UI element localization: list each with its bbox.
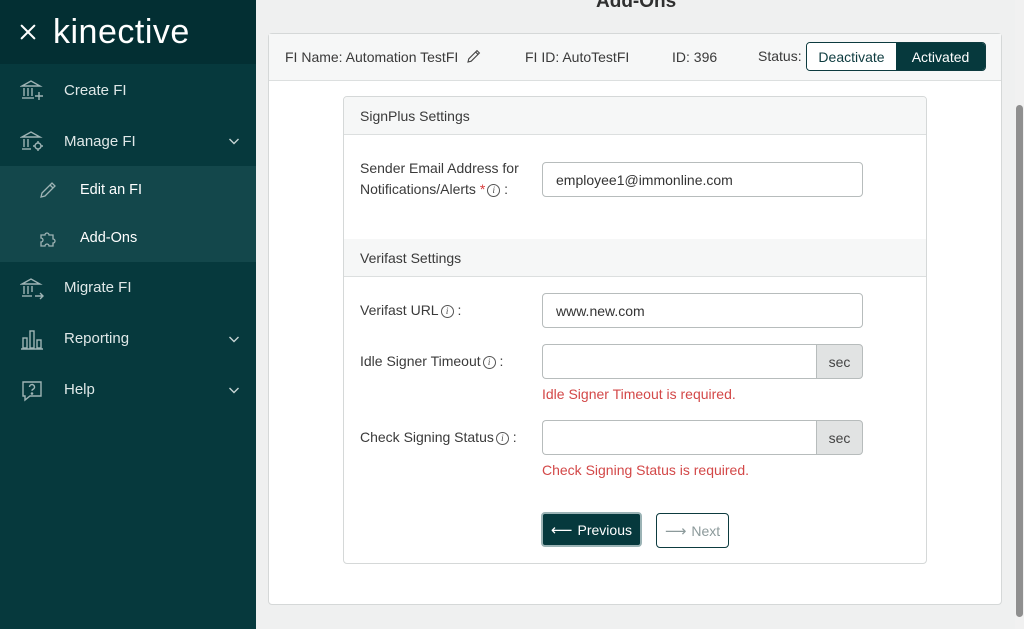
idle-signer-timeout-group: sec <box>542 344 863 379</box>
sidebar-item-manage-fi[interactable]: Manage FI <box>0 116 256 166</box>
sec-addon: sec <box>816 344 863 379</box>
verifast-url-input[interactable]: www.new.com <box>542 293 863 328</box>
check-signing-status-error: Check Signing Status is required. <box>542 462 749 478</box>
sec-addon: sec <box>816 420 863 455</box>
pencil-icon <box>37 179 59 201</box>
bank-gear-icon <box>20 129 44 153</box>
idle-signer-timeout-label: Idle Signer Timeout i : <box>360 353 504 369</box>
info-icon[interactable]: i <box>482 356 496 369</box>
previous-button[interactable]: ⟵ Previous <box>541 512 642 547</box>
help-bubble-icon <box>20 378 44 402</box>
idle-signer-timeout-error: Idle Signer Timeout is required. <box>542 386 736 402</box>
arrow-left-icon: ⟵ <box>551 521 573 539</box>
fi-id: FI ID: AutoTestFI <box>525 49 630 65</box>
sidebar-item-edit-fi[interactable]: Edit an FI <box>0 166 256 214</box>
chevron-down-icon[interactable] <box>228 333 240 345</box>
deactivate-button[interactable]: Deactivate <box>807 43 896 70</box>
bank-plus-icon <box>20 78 44 102</box>
info-icon[interactable]: i <box>440 305 454 318</box>
fi-numeric-id: ID: 396 <box>672 49 718 65</box>
sidebar: kinective Create FI Manage FI Edit an FI… <box>0 0 256 629</box>
verifast-settings-header: Verifast Settings <box>344 239 926 277</box>
verifast-url-label: Verifast URL i : <box>360 302 462 318</box>
sender-email-input[interactable]: employee1@immonline.com <box>542 162 863 197</box>
chevron-down-icon[interactable] <box>228 135 240 147</box>
brand-bar: kinective <box>0 0 256 64</box>
required-asterisk: * <box>479 181 486 197</box>
bar-chart-icon <box>20 327 44 351</box>
arrow-right-icon: ⟶ <box>664 522 687 540</box>
status-label: Status: <box>758 48 802 64</box>
scrollbar[interactable] <box>1015 0 1024 629</box>
fi-header: FI Name: Automation TestFI FI ID: AutoTe… <box>269 34 1001 81</box>
puzzle-icon <box>37 227 59 249</box>
info-icon[interactable]: i <box>487 184 501 197</box>
check-signing-status-group: sec <box>542 420 863 455</box>
info-icon[interactable]: i <box>495 432 509 445</box>
fi-name: FI Name: Automation TestFI <box>285 49 459 65</box>
bank-arrow-icon <box>20 276 44 300</box>
sender-email-label: Sender Email Address for Notifications/A… <box>360 160 519 197</box>
sidebar-item-create-fi[interactable]: Create FI <box>0 64 256 116</box>
sidebar-item-reporting[interactable]: Reporting <box>0 313 256 364</box>
check-signing-status-input[interactable] <box>542 420 816 455</box>
next-button[interactable]: ⟶ Next <box>656 513 729 548</box>
manage-fi-submenu: Edit an FI Add-Ons <box>0 166 256 262</box>
status-toggle: Deactivate Activated <box>806 42 986 71</box>
check-signing-status-label: Check Signing Status i : <box>360 429 517 445</box>
scroll-thumb[interactable] <box>1016 105 1023 617</box>
logo: kinective <box>53 13 190 51</box>
sidebar-item-migrate-fi[interactable]: Migrate FI <box>0 262 256 313</box>
activated-button[interactable]: Activated <box>896 43 985 70</box>
close-icon[interactable] <box>19 23 37 41</box>
settings-panel: SignPlus Settings Sender Email Address f… <box>343 96 927 564</box>
chevron-down-icon[interactable] <box>228 384 240 396</box>
signplus-settings-header: SignPlus Settings <box>344 97 926 135</box>
page-title: Add-Ons <box>596 0 677 12</box>
idle-signer-timeout-input[interactable] <box>542 344 816 379</box>
sidebar-item-add-ons[interactable]: Add-Ons <box>0 214 256 262</box>
edit-pencil-icon[interactable] <box>466 48 482 64</box>
sidebar-item-help[interactable]: Help <box>0 364 256 415</box>
